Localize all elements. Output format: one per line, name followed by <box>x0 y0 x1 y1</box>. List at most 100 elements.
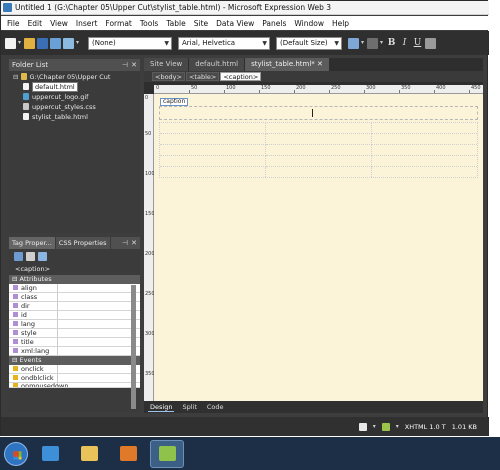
chevron-down-icon[interactable]: ▾ <box>396 423 399 430</box>
table-cell[interactable] <box>266 134 372 145</box>
close-icon[interactable]: ✕ <box>131 237 137 249</box>
font-size-select[interactable]: (Default Size) ▼ <box>276 36 342 50</box>
property-row[interactable]: xml:lang <box>9 347 140 356</box>
new-page-icon[interactable] <box>5 37 16 49</box>
style-select[interactable]: (None) ▼ <box>88 36 172 50</box>
menu-data-view[interactable]: Data View <box>212 19 258 28</box>
property-row[interactable]: align <box>9 284 140 293</box>
attributes-section[interactable]: ⊟ Attributes <box>9 275 140 284</box>
property-row[interactable]: dir <box>9 302 140 311</box>
chevron-down-icon[interactable]: ▾ <box>76 38 80 48</box>
tab-stylist-table[interactable]: stylist_table.html* ✕ <box>245 58 329 71</box>
menu-help[interactable]: Help <box>328 19 353 28</box>
menu-table[interactable]: Table <box>162 19 189 28</box>
doctype-status[interactable]: XHTML 1.0 T <box>405 423 446 431</box>
tab-site-view[interactable]: Site View <box>144 58 189 71</box>
redo-icon[interactable] <box>367 37 378 49</box>
taskbar-explorer[interactable] <box>72 440 106 468</box>
table-cell[interactable] <box>372 123 477 134</box>
file-item[interactable]: stylist_table.html <box>9 112 140 122</box>
property-value[interactable] <box>58 329 140 337</box>
menu-window[interactable]: Window <box>290 19 328 28</box>
tab-css-properties[interactable]: CSS Properties <box>56 237 111 249</box>
file-item[interactable]: uppercut_logo.gif <box>9 92 140 102</box>
property-row[interactable]: onmousedown <box>9 383 140 388</box>
menu-format[interactable]: Format <box>101 19 135 28</box>
file-label-selected[interactable]: default.html <box>32 82 78 92</box>
start-button[interactable] <box>4 441 28 466</box>
property-value[interactable] <box>58 320 140 328</box>
save-icon[interactable] <box>37 37 48 49</box>
menu-edit[interactable]: Edit <box>24 19 47 28</box>
property-value[interactable] <box>58 284 140 292</box>
breadcrumb-caption[interactable]: <caption> <box>220 72 262 81</box>
taskbar-internet-explorer[interactable] <box>33 440 67 468</box>
table-cell[interactable] <box>160 123 266 134</box>
table-cell[interactable] <box>372 134 477 145</box>
compatibility-icon[interactable] <box>381 422 390 431</box>
menu-view[interactable]: View <box>46 19 72 28</box>
chevron-down-icon[interactable]: ▾ <box>18 38 22 48</box>
chevron-down-icon[interactable]: ▾ <box>361 38 365 48</box>
taskbar-expression-web[interactable] <box>150 439 184 468</box>
preview-icon[interactable] <box>63 37 74 49</box>
underline-button[interactable]: U <box>412 37 423 49</box>
collapse-icon[interactable]: ⊟ <box>13 73 18 81</box>
pin-icon[interactable]: ⊣ <box>122 59 128 71</box>
tab-design[interactable]: Design <box>148 403 175 412</box>
close-icon[interactable]: ✕ <box>131 59 137 71</box>
menu-panels[interactable]: Panels <box>258 19 290 28</box>
property-value[interactable] <box>58 383 140 387</box>
property-row[interactable]: onclick <box>9 365 140 374</box>
table-cell[interactable] <box>266 123 372 134</box>
property-row[interactable]: id <box>9 311 140 320</box>
categorized-icon[interactable] <box>14 251 23 261</box>
table-cell[interactable] <box>266 167 372 177</box>
taskbar-media-player[interactable] <box>111 440 145 468</box>
table-cell[interactable] <box>160 156 266 167</box>
table-cell[interactable] <box>266 156 372 167</box>
property-row[interactable]: style <box>9 329 140 338</box>
collapse-icon[interactable]: ⊟ <box>12 275 20 283</box>
folder-root[interactable]: ⊟ G:\Chapter 05\Upper Cut <box>9 72 140 82</box>
property-value[interactable] <box>58 302 140 310</box>
menu-site[interactable]: Site <box>190 19 212 28</box>
property-row[interactable]: lang <box>9 320 140 329</box>
property-row[interactable]: class <box>9 293 140 302</box>
close-icon[interactable]: ✕ <box>317 60 323 68</box>
property-row[interactable]: title <box>9 338 140 347</box>
tab-tag-properties[interactable]: Tag Proper... <box>9 237 56 249</box>
menu-tools[interactable]: Tools <box>136 19 162 28</box>
font-select[interactable]: Arial, Helvetica ▼ <box>178 36 270 50</box>
property-value[interactable] <box>58 311 140 319</box>
property-value[interactable] <box>58 365 140 373</box>
italic-button[interactable]: I <box>399 37 410 49</box>
breadcrumb-body[interactable]: <body> <box>152 72 185 81</box>
undo-icon[interactable] <box>348 37 359 49</box>
caption-tag-label[interactable]: caption <box>160 98 189 106</box>
table-cell[interactable] <box>160 167 266 177</box>
save-all-icon[interactable] <box>50 37 61 49</box>
tab-split[interactable]: Split <box>180 403 198 411</box>
property-value[interactable] <box>58 374 140 382</box>
events-section[interactable]: ⊟ Events <box>9 356 140 365</box>
table-cell[interactable] <box>266 145 372 156</box>
menu-insert[interactable]: Insert <box>72 19 102 28</box>
open-folder-icon[interactable] <box>24 37 35 49</box>
collapse-icon[interactable]: ⊟ <box>12 356 20 364</box>
pin-icon[interactable]: ⊣ <box>122 237 128 249</box>
sort-icon[interactable] <box>26 251 35 261</box>
bold-button[interactable]: B <box>386 37 397 49</box>
table-cell[interactable] <box>160 134 266 145</box>
file-item[interactable]: uppercut_styles.css <box>9 102 140 112</box>
table-cell[interactable] <box>372 156 477 167</box>
chevron-down-icon[interactable]: ▾ <box>373 423 376 430</box>
page-check-icon[interactable] <box>358 422 367 431</box>
chevron-down-icon[interactable]: ▾ <box>380 38 384 48</box>
align-left-icon[interactable] <box>425 37 436 49</box>
properties-scrollbar[interactable] <box>131 285 136 409</box>
breadcrumb-table[interactable]: <table> <box>185 72 220 81</box>
show-set-properties-icon[interactable] <box>38 251 47 261</box>
menu-file[interactable]: File <box>3 19 24 28</box>
table-caption[interactable] <box>159 106 478 120</box>
